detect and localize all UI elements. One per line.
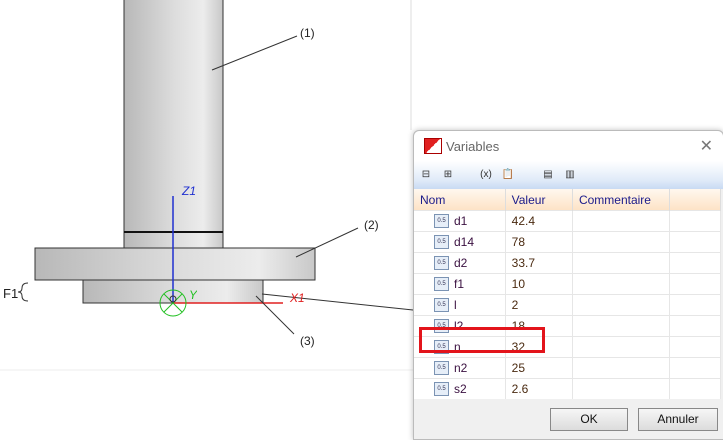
table-row[interactable]: 0.5 d1 42.4 <box>414 210 722 232</box>
name-text: d2 <box>454 255 468 270</box>
table-row[interactable]: 0.5 s2 2.6 <box>414 378 722 399</box>
toolbar: ⊟ ⊞ (x) 📋 ▤ ▥ <box>414 161 723 189</box>
cancel-button[interactable]: Annuler <box>638 408 718 431</box>
variable-name[interactable]: 0.5 n2 <box>414 357 506 379</box>
z-axis-label: Z1 <box>182 184 197 198</box>
variable-value[interactable]: 2.6 <box>505 378 573 399</box>
variable-name[interactable]: 0.5 d2 <box>414 252 506 274</box>
import-icon[interactable]: ▤ <box>540 167 556 183</box>
name-text: s2 <box>454 381 467 396</box>
flange <box>34 247 316 281</box>
variable-comment[interactable] <box>572 252 670 274</box>
clipboard-icon[interactable]: 📋 <box>500 167 516 183</box>
variable-value[interactable]: 78 <box>505 231 573 253</box>
expand-icon[interactable]: ⊞ <box>440 167 456 183</box>
variable-comment[interactable] <box>572 357 670 379</box>
variable-name[interactable]: 0.5 l <box>414 294 506 316</box>
col-valeur[interactable]: Valeur <box>505 189 573 211</box>
table-row[interactable]: 0.5 d14 78 <box>414 231 722 253</box>
formula-icon[interactable]: (x) <box>478 167 494 183</box>
variable-name[interactable]: 0.5 d1 <box>414 210 506 232</box>
name-text: l <box>454 297 457 312</box>
variable-comment[interactable] <box>572 210 670 232</box>
variables-table: Nom Valeur Commentaire 0.5 d1 42.4 0.5 d14 78 0.… <box>414 189 722 399</box>
variable-comment[interactable] <box>572 273 670 295</box>
table-row[interactable]: 0.5 f1 10 <box>414 273 722 295</box>
name-text: d1 <box>454 213 468 228</box>
dialog-title: Variables <box>446 139 500 154</box>
extra-cell <box>669 315 722 337</box>
variable-icon: 0.5 <box>434 214 449 229</box>
variable-name[interactable]: 0.5 d14 <box>414 231 506 253</box>
name-text: f1 <box>454 276 465 291</box>
name-text: d14 <box>454 234 475 249</box>
highlight-box <box>419 327 545 353</box>
ok-button[interactable]: OK <box>550 408 628 431</box>
extra-cell <box>669 336 722 358</box>
variable-icon: 0.5 <box>434 256 449 271</box>
variable-comment[interactable] <box>572 336 670 358</box>
table-row[interactable]: 0.5 l 2 <box>414 294 722 316</box>
close-button[interactable]: ✕ <box>700 136 713 156</box>
variable-value[interactable]: 10 <box>505 273 573 295</box>
face-label-f1: F1 <box>3 286 19 301</box>
col-nom[interactable]: Nom <box>414 189 506 211</box>
app-icon <box>424 138 442 154</box>
variable-comment[interactable] <box>572 315 670 337</box>
extra-cell <box>669 378 722 399</box>
export-icon[interactable]: ▥ <box>562 167 578 183</box>
label-1: (1) <box>300 26 315 40</box>
table-row[interactable]: 0.5 n2 25 <box>414 357 722 379</box>
variable-value[interactable]: 2 <box>505 294 573 316</box>
variable-icon: 0.5 <box>434 298 449 313</box>
x-axis-label: X1 <box>290 291 305 305</box>
collapse-icon[interactable]: ⊟ <box>418 167 434 183</box>
variables-dialog: Variables ✕ ⊟ ⊞ (x) 📋 ▤ ▥ Nom Valeur Comme… <box>413 130 723 440</box>
variable-comment[interactable] <box>572 294 670 316</box>
extra-cell <box>669 210 722 232</box>
title-bar: Variables ✕ <box>414 131 723 161</box>
extra-cell <box>669 231 722 253</box>
label-2: (2) <box>364 218 379 232</box>
col-extra <box>669 189 722 211</box>
label-3: (3) <box>300 334 315 348</box>
y-axis-label: Y1 <box>189 288 197 302</box>
variable-comment[interactable] <box>572 231 670 253</box>
variable-value[interactable]: 33.7 <box>505 252 573 274</box>
variable-icon: 0.5 <box>434 361 449 376</box>
variable-icon: 0.5 <box>434 277 449 292</box>
variable-name[interactable]: 0.5 f1 <box>414 273 506 295</box>
extra-cell <box>669 357 722 379</box>
table-row[interactable]: 0.5 d2 33.7 <box>414 252 722 274</box>
variable-name[interactable]: 0.5 s2 <box>414 378 506 399</box>
extra-cell <box>669 252 722 274</box>
variable-value[interactable]: 42.4 <box>505 210 573 232</box>
variable-comment[interactable] <box>572 378 670 399</box>
variable-icon: 0.5 <box>434 235 449 250</box>
col-commentaire[interactable]: Commentaire <box>572 189 670 211</box>
variable-icon: 0.5 <box>434 382 449 397</box>
extra-cell <box>669 273 722 295</box>
extra-cell <box>669 294 722 316</box>
name-text: n2 <box>454 360 468 375</box>
variable-value[interactable]: 25 <box>505 357 573 379</box>
